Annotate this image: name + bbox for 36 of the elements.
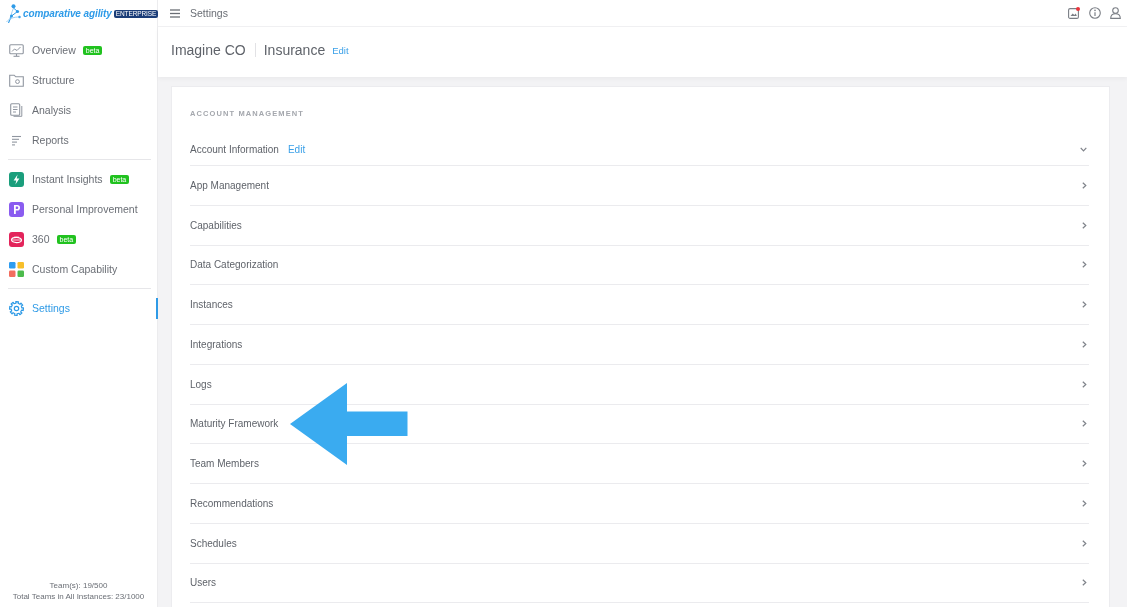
settings-row[interactable]: Instances bbox=[190, 285, 1089, 325]
logo-icon bbox=[6, 3, 21, 24]
lightning-tile-icon bbox=[9, 171, 24, 187]
sidebar-item[interactable]: Analysis bbox=[0, 95, 157, 125]
oval-tile-icon bbox=[9, 231, 24, 247]
folder-icon bbox=[9, 73, 24, 87]
page-title: Settings bbox=[190, 7, 228, 19]
settings-row[interactable]: Capabilities bbox=[190, 205, 1089, 246]
company-name: Imagine CO bbox=[171, 42, 246, 58]
info-icon[interactable] bbox=[1089, 7, 1101, 19]
settings-row[interactable]: Schedules bbox=[190, 523, 1089, 564]
team-count-text: Team(s): 19/500 bbox=[49, 580, 108, 591]
sidebar-item[interactable]: Reports bbox=[0, 125, 157, 155]
monitor-chart-icon bbox=[9, 43, 24, 57]
user-icon[interactable] bbox=[1110, 7, 1121, 19]
settings-row[interactable]: Data Categorization bbox=[190, 245, 1089, 286]
settings-row[interactable]: Team Members bbox=[190, 444, 1089, 484]
settings-row[interactable]: Account Information Edit bbox=[190, 130, 1089, 166]
p-letter-tile-icon bbox=[9, 201, 24, 217]
sidebar-item[interactable]: Personal Improvement bbox=[0, 194, 157, 224]
menu-icon[interactable] bbox=[170, 8, 180, 18]
settings-row[interactable]: App Management bbox=[190, 166, 1089, 206]
team-count-text: Total Teams in All Instances: 23/1000 bbox=[12, 591, 145, 602]
settings-row[interactable]: Integrations bbox=[190, 325, 1089, 365]
sidebar-item[interactable]: Structure bbox=[0, 65, 157, 95]
sidebar-item[interactable]: Custom Capability bbox=[0, 254, 157, 284]
logo-text: comparative agility bbox=[23, 8, 112, 19]
industry-name: Insurance bbox=[263, 42, 326, 58]
notification-icon[interactable] bbox=[1068, 7, 1080, 19]
settings-row[interactable]: Recommendations bbox=[190, 484, 1089, 524]
settings-icon bbox=[9, 300, 24, 316]
settings-row[interactable]: Users bbox=[190, 563, 1089, 604]
list-lines-icon bbox=[11, 134, 22, 146]
document-icon bbox=[10, 103, 23, 117]
settings-row[interactable]: Maturity Framework bbox=[190, 404, 1089, 445]
four-squares-icon bbox=[9, 261, 24, 277]
